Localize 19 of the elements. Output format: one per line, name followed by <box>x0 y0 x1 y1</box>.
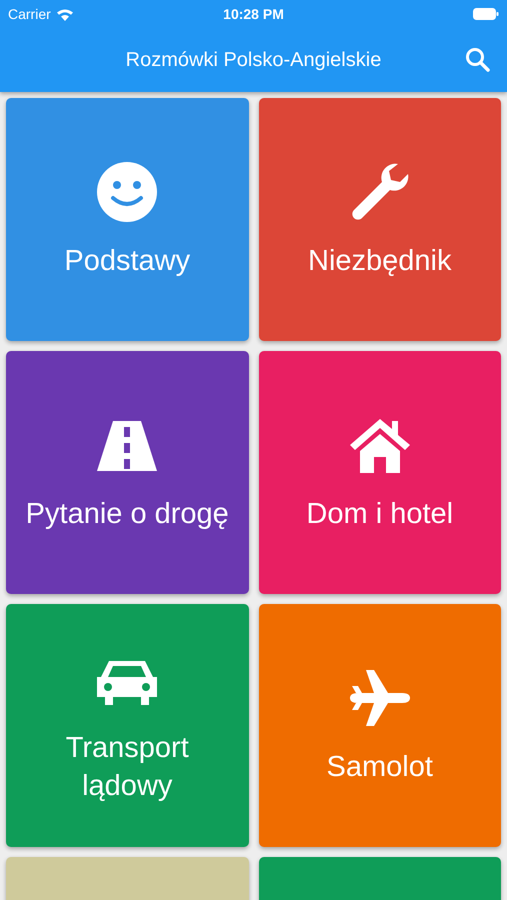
category-label: Podstawy <box>63 244 192 278</box>
status-time: 10:28 PM <box>223 6 284 22</box>
wifi-icon <box>56 8 74 20</box>
category-tile[interactable]: Pytanie o drogę <box>6 351 248 594</box>
category-tile[interactable]: Samolot <box>258 604 501 847</box>
search-button[interactable] <box>465 47 491 73</box>
category-label: Dom i hotel <box>305 496 454 532</box>
category-tile[interactable]: Niezbędnik <box>258 98 501 341</box>
category-tile[interactable]: Transport lądowy <box>6 604 248 847</box>
category-label: Niezbędnik <box>307 244 452 278</box>
category-label: Transport lądowy <box>64 730 190 804</box>
smiley-icon <box>95 160 160 224</box>
category-label: Samolot <box>326 750 434 784</box>
battery-icon <box>473 8 500 20</box>
category-tile[interactable]: Podstawy <box>6 98 248 341</box>
nav-title: Rozmówki Polsko-Angielskie <box>126 48 382 72</box>
carrier-name: Carrier <box>8 6 51 22</box>
category-tile[interactable]: Dom i hotel <box>258 351 501 594</box>
category-label: Pytanie o drogę <box>24 496 230 532</box>
